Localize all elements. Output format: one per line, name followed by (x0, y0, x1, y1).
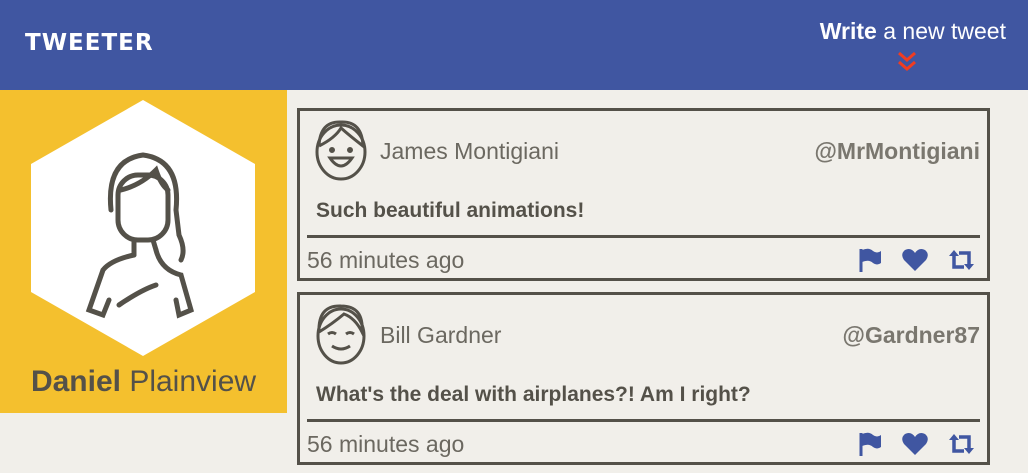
tweet-actions (857, 247, 977, 273)
profile-name: Daniel Plainview (0, 365, 287, 399)
user-name[interactable]: James Montigiani (380, 138, 559, 165)
write-rest: a new tweet (876, 18, 1006, 44)
retweet-icon[interactable] (947, 431, 977, 457)
man-avatar-icon (315, 120, 367, 181)
man-avatar-icon (316, 304, 366, 365)
write-tweet-button[interactable]: Write a new tweet (820, 18, 1006, 45)
user-name[interactable]: Bill Gardner (380, 322, 501, 349)
tweet-card: Bill Gardner @Gardner87 What's the deal … (297, 292, 990, 465)
profile-panel: Daniel Plainview (0, 90, 287, 413)
timestamp: 56 minutes ago (307, 247, 465, 273)
user-handle[interactable]: @Gardner87 (843, 322, 980, 349)
profile-avatar (31, 100, 255, 356)
flag-icon[interactable] (857, 247, 883, 273)
divider (307, 419, 980, 422)
timestamp: 56 minutes ago (307, 431, 465, 457)
last-name: Plainview (120, 365, 257, 398)
flag-icon[interactable] (857, 431, 883, 457)
chevron-double-down-icon[interactable] (896, 50, 918, 74)
first-name: Daniel (30, 365, 121, 398)
tweet-text: Such beautiful animations! (316, 199, 585, 222)
tweet-text: What's the deal with airplanes?! Am I ri… (316, 383, 751, 406)
heart-icon[interactable] (901, 431, 929, 457)
heart-icon[interactable] (901, 247, 929, 273)
retweet-icon[interactable] (947, 247, 977, 273)
logo[interactable]: TWEETER (25, 30, 154, 56)
write-bold: Write (819, 18, 877, 44)
tweet-card: James Montigiani @MrMontigiani Such beau… (297, 108, 990, 281)
divider (307, 235, 980, 238)
user-handle[interactable]: @MrMontigiani (814, 138, 980, 165)
tweet-actions (857, 431, 977, 457)
top-nav: TWEETER Write a new tweet (0, 0, 1028, 90)
